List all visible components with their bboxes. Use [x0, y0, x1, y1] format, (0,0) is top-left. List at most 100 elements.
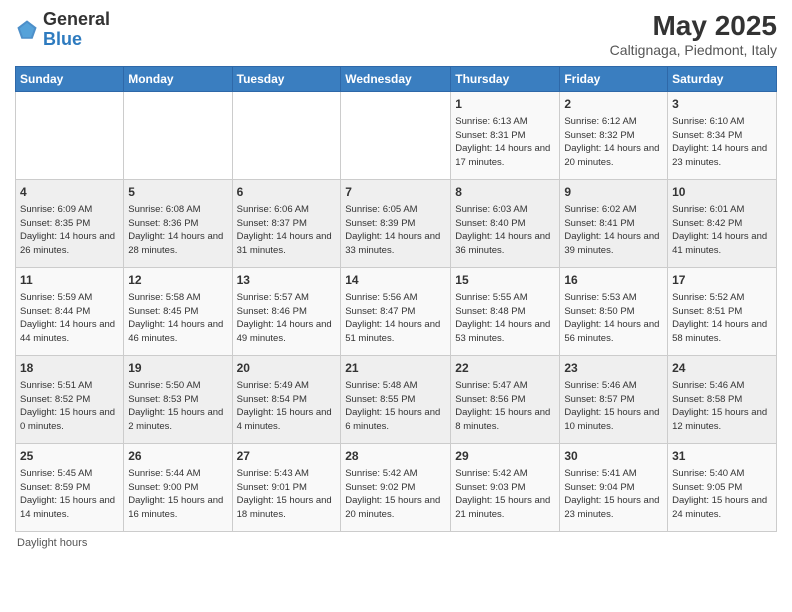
- calendar-table: Sunday Monday Tuesday Wednesday Thursday…: [15, 66, 777, 532]
- table-row: 19 Sunrise: 5:50 AMSunset: 8:53 PMDayligh…: [124, 356, 232, 444]
- day-info: Sunrise: 5:50 AMSunset: 8:53 PMDaylight:…: [128, 379, 227, 434]
- day-info: Sunrise: 5:46 AMSunset: 8:58 PMDaylight:…: [672, 379, 772, 434]
- day-info: Sunrise: 5:57 AMSunset: 8:46 PMDaylight:…: [237, 291, 337, 346]
- day-number: 2: [564, 96, 663, 113]
- calendar-week-row: 18 Sunrise: 5:51 AMSunset: 8:52 PMDayligh…: [16, 356, 777, 444]
- day-number: 12: [128, 272, 227, 289]
- day-info: Sunrise: 6:05 AMSunset: 8:39 PMDaylight:…: [345, 203, 446, 258]
- day-info: Sunrise: 6:01 AMSunset: 8:42 PMDaylight:…: [672, 203, 772, 258]
- day-info: Sunrise: 5:43 AMSunset: 9:01 PMDaylight:…: [237, 467, 337, 522]
- day-info: Sunrise: 6:06 AMSunset: 8:37 PMDaylight:…: [237, 203, 337, 258]
- table-row: [16, 92, 124, 180]
- day-info: Sunrise: 5:49 AMSunset: 8:54 PMDaylight:…: [237, 379, 337, 434]
- table-row: [124, 92, 232, 180]
- table-row: 27 Sunrise: 5:43 AMSunset: 9:01 PMDayligh…: [232, 444, 341, 532]
- table-row: 12 Sunrise: 5:58 AMSunset: 8:45 PMDayligh…: [124, 268, 232, 356]
- day-info: Sunrise: 6:13 AMSunset: 8:31 PMDaylight:…: [455, 115, 555, 170]
- day-number: 5: [128, 184, 227, 201]
- table-row: 4Sunrise: 6:09 AMSunset: 8:35 PMDaylight…: [16, 180, 124, 268]
- day-number: 8: [455, 184, 555, 201]
- logo-text: General Blue: [43, 10, 110, 50]
- day-number: 19: [128, 360, 227, 377]
- day-number: 4: [20, 184, 119, 201]
- table-row: 6 Sunrise: 6:06 AMSunset: 8:37 PMDaylight…: [232, 180, 341, 268]
- day-number: 16: [564, 272, 663, 289]
- table-row: 22 Sunrise: 5:47 AMSunset: 8:56 PMDayligh…: [451, 356, 560, 444]
- table-row: 21Sunrise: 5:48 AMSunset: 8:55 PMDayligh…: [341, 356, 451, 444]
- col-sunday: Sunday: [16, 67, 124, 92]
- day-number: 23: [564, 360, 663, 377]
- day-number: 18: [20, 360, 119, 377]
- col-monday: Monday: [124, 67, 232, 92]
- table-row: 7 Sunrise: 6:05 AMSunset: 8:39 PMDaylight…: [341, 180, 451, 268]
- col-thursday: Thursday: [451, 67, 560, 92]
- logo-blue-text: Blue: [43, 29, 82, 49]
- day-number: 13: [237, 272, 337, 289]
- day-info: Sunrise: 5:58 AMSunset: 8:45 PMDaylight:…: [128, 291, 227, 346]
- day-info: Sunrise: 5:46 AMSunset: 8:57 PMDaylight:…: [564, 379, 663, 434]
- table-row: 5 Sunrise: 6:08 AMSunset: 8:36 PMDaylight…: [124, 180, 232, 268]
- page: General Blue May 2025 Caltignaga, Piedmo…: [0, 0, 792, 612]
- day-info: Sunrise: 6:12 AMSunset: 8:32 PMDaylight:…: [564, 115, 663, 170]
- table-row: 8 Sunrise: 6:03 AMSunset: 8:40 PMDaylight…: [451, 180, 560, 268]
- day-number: 24: [672, 360, 772, 377]
- day-number: 7: [345, 184, 446, 201]
- day-info: Sunrise: 6:02 AMSunset: 8:41 PMDaylight:…: [564, 203, 663, 258]
- table-row: 26Sunrise: 5:44 AMSunset: 9:00 PMDayligh…: [124, 444, 232, 532]
- calendar-week-row: 11Sunrise: 5:59 AMSunset: 8:44 PMDayligh…: [16, 268, 777, 356]
- day-info: Sunrise: 5:51 AMSunset: 8:52 PMDaylight:…: [20, 379, 119, 434]
- day-number: 20: [237, 360, 337, 377]
- table-row: 18 Sunrise: 5:51 AMSunset: 8:52 PMDayligh…: [16, 356, 124, 444]
- day-number: 31: [672, 448, 772, 465]
- table-row: [232, 92, 341, 180]
- table-row: 20 Sunrise: 5:49 AMSunset: 8:54 PMDayligh…: [232, 356, 341, 444]
- logo: General Blue: [15, 10, 110, 50]
- table-row: 9 Sunrise: 6:02 AMSunset: 8:41 PMDaylight…: [560, 180, 668, 268]
- col-saturday: Saturday: [668, 67, 777, 92]
- day-info: Sunrise: 5:40 AMSunset: 9:05 PMDaylight:…: [672, 467, 772, 522]
- title-block: May 2025 Caltignaga, Piedmont, Italy: [610, 10, 777, 58]
- table-row: 30 Sunrise: 5:41 AMSunset: 9:04 PMDayligh…: [560, 444, 668, 532]
- day-number: 27: [237, 448, 337, 465]
- daylight-hours-label: Daylight hours: [17, 537, 87, 549]
- table-row: 24 Sunrise: 5:46 AMSunset: 8:58 PMDayligh…: [668, 356, 777, 444]
- table-row: 11Sunrise: 5:59 AMSunset: 8:44 PMDayligh…: [16, 268, 124, 356]
- day-info: Sunrise: 5:53 AMSunset: 8:50 PMDaylight:…: [564, 291, 663, 346]
- day-number: 9: [564, 184, 663, 201]
- day-info: Sunrise: 5:42 AMSunset: 9:03 PMDaylight:…: [455, 467, 555, 522]
- day-number: 6: [237, 184, 337, 201]
- day-info: Sunrise: 6:08 AMSunset: 8:36 PMDaylight:…: [128, 203, 227, 258]
- day-number: 29: [455, 448, 555, 465]
- calendar-header-row: Sunday Monday Tuesday Wednesday Thursday…: [16, 67, 777, 92]
- table-row: 10Sunrise: 6:01 AMSunset: 8:42 PMDayligh…: [668, 180, 777, 268]
- day-info: Sunrise: 5:41 AMSunset: 9:04 PMDaylight:…: [564, 467, 663, 522]
- logo-icon: [15, 18, 39, 42]
- month-title: May 2025: [610, 10, 777, 42]
- day-number: 11: [20, 272, 119, 289]
- day-info: Sunrise: 5:56 AMSunset: 8:47 PMDaylight:…: [345, 291, 446, 346]
- table-row: 3Sunrise: 6:10 AMSunset: 8:34 PMDaylight…: [668, 92, 777, 180]
- day-info: Sunrise: 5:55 AMSunset: 8:48 PMDaylight:…: [455, 291, 555, 346]
- day-info: Sunrise: 5:52 AMSunset: 8:51 PMDaylight:…: [672, 291, 772, 346]
- table-row: 2 Sunrise: 6:12 AMSunset: 8:32 PMDaylight…: [560, 92, 668, 180]
- table-row: 25Sunrise: 5:45 AMSunset: 8:59 PMDayligh…: [16, 444, 124, 532]
- calendar-week-row: 4Sunrise: 6:09 AMSunset: 8:35 PMDaylight…: [16, 180, 777, 268]
- day-number: 15: [455, 272, 555, 289]
- day-info: Sunrise: 5:48 AMSunset: 8:55 PMDaylight:…: [345, 379, 446, 434]
- day-number: 22: [455, 360, 555, 377]
- calendar-week-row: 1 Sunrise: 6:13 AMSunset: 8:31 PMDaylight…: [16, 92, 777, 180]
- day-number: 30: [564, 448, 663, 465]
- table-row: 29 Sunrise: 5:42 AMSunset: 9:03 PMDayligh…: [451, 444, 560, 532]
- day-number: 1: [455, 96, 555, 113]
- table-row: 13 Sunrise: 5:57 AMSunset: 8:46 PMDayligh…: [232, 268, 341, 356]
- day-info: Sunrise: 5:47 AMSunset: 8:56 PMDaylight:…: [455, 379, 555, 434]
- day-number: 14: [345, 272, 446, 289]
- day-info: Sunrise: 6:10 AMSunset: 8:34 PMDaylight:…: [672, 115, 772, 170]
- footer-note: Daylight hours: [15, 537, 777, 549]
- table-row: 14 Sunrise: 5:56 AMSunset: 8:47 PMDayligh…: [341, 268, 451, 356]
- day-info: Sunrise: 6:03 AMSunset: 8:40 PMDaylight:…: [455, 203, 555, 258]
- day-number: 26: [128, 448, 227, 465]
- table-row: 16 Sunrise: 5:53 AMSunset: 8:50 PMDayligh…: [560, 268, 668, 356]
- day-info: Sunrise: 5:45 AMSunset: 8:59 PMDaylight:…: [20, 467, 119, 522]
- table-row: 1 Sunrise: 6:13 AMSunset: 8:31 PMDaylight…: [451, 92, 560, 180]
